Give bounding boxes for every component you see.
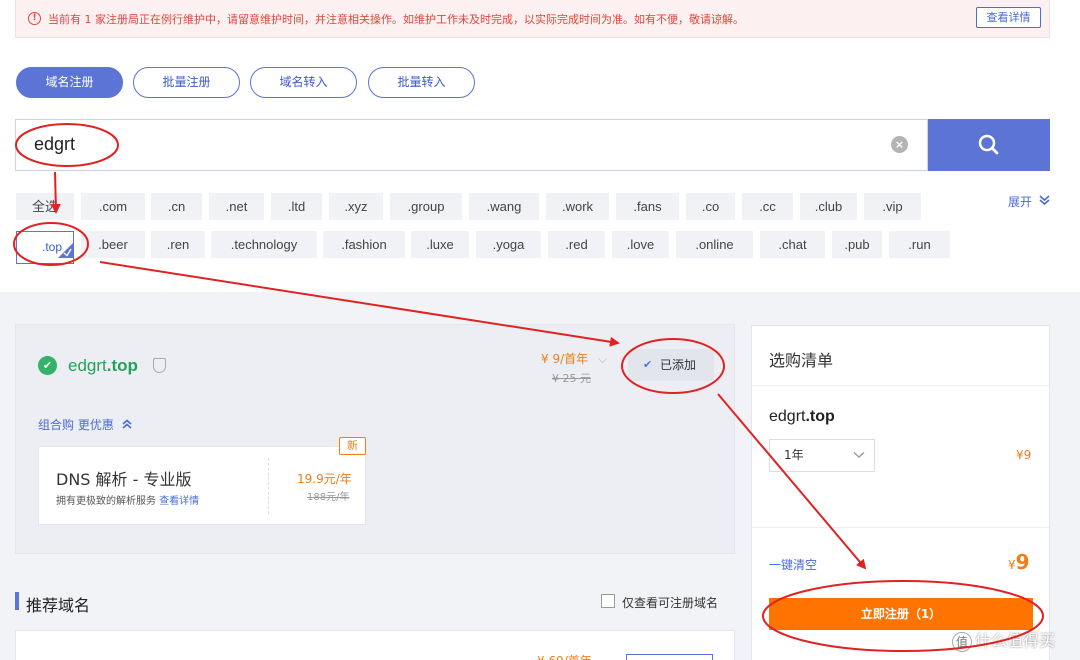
suffix-chip[interactable]: .online (676, 231, 753, 258)
period-value: 1年 (784, 448, 804, 462)
suffix-chip[interactable]: .xyz (329, 193, 383, 220)
suffix-chip[interactable]: .run (889, 231, 950, 258)
dns-price: 19.9元/年 (297, 472, 352, 486)
suffix-chip[interactable]: .ltd (271, 193, 322, 220)
available-only-label: 仅查看可注册域名 (622, 596, 719, 610)
register-now-button[interactable]: 立即注册（1） (769, 598, 1033, 630)
watermark-logo-icon: 值 (952, 632, 972, 652)
combo-label: 组合购 更优惠 (38, 418, 114, 432)
dns-desc: 拥有更极致的解析服务 查看详情 (56, 496, 200, 507)
expand-suffixes-toggle[interactable]: 展开 (1008, 193, 1050, 210)
suffix-chip[interactable]: .luxe (411, 231, 469, 258)
maintenance-notice: ! 当前有 1 家注册局正在例行维护中，请留意维护时间，并注意相关操作。如维护工… (15, 0, 1050, 38)
suffix-chip[interactable]: .ren (151, 231, 205, 258)
result-old-price: ¥ 25 元 (552, 372, 591, 385)
chevron-down-icon: ⌵ (597, 352, 608, 366)
suffix-chip[interactable]: .co (686, 193, 735, 220)
dns-old-price: 188元/年 (307, 492, 350, 503)
suffix-chip[interactable]: .club (800, 193, 857, 220)
dns-detail-link[interactable]: 查看详情 (159, 496, 199, 507)
search-input-value: edgrt (34, 134, 76, 154)
combo-toggle[interactable]: 组合购 更优惠 (38, 416, 132, 433)
suffix-chip[interactable]: .yoga (476, 231, 541, 258)
suffix-chip[interactable]: .red (548, 231, 605, 258)
info-circle-icon: ! (28, 12, 41, 25)
search-button[interactable] (928, 119, 1050, 171)
check-circle-icon: ✔ (38, 356, 57, 375)
suffix-chip[interactable]: .technology (211, 231, 317, 258)
result-domain-name: edgrt.top (68, 356, 138, 375)
suffix-chip[interactable]: .love (612, 231, 669, 258)
recommend-title: 推荐域名 (26, 596, 91, 615)
search-icon (978, 134, 999, 155)
tab-batch-register[interactable]: 批量注册 (133, 67, 240, 98)
tab-domain-register[interactable]: 域名注册 (16, 67, 123, 98)
watermark: 值什么值得买 (952, 627, 1055, 652)
expand-label: 展开 (1008, 195, 1033, 209)
suffix-chip[interactable]: .pub (832, 231, 882, 258)
period-select[interactable]: 1年 (769, 439, 875, 472)
suffix-chip[interactable]: .wang (469, 193, 539, 220)
suffix-chip[interactable]: .beer (81, 231, 145, 258)
section-accent-bar (15, 592, 19, 610)
chevron-double-up-icon (122, 418, 132, 432)
suffix-chip[interactable]: .cc (742, 193, 793, 220)
recommend-row-button[interactable] (626, 654, 713, 660)
available-only-checkbox[interactable] (601, 594, 615, 608)
dns-title: DNS 解析 - 专业版 (56, 470, 192, 489)
new-badge: 新 (339, 437, 366, 455)
suffix-chip[interactable]: .chat (760, 231, 825, 258)
clear-icon[interactable]: × (891, 136, 908, 153)
added-to-cart-button[interactable]: ✔ 已添加 (628, 349, 714, 381)
tab-batch-transfer[interactable]: 批量转入 (368, 67, 475, 98)
cart-item-price: ¥9 (1016, 448, 1032, 462)
cart-domain-name: edgrt.top (769, 408, 835, 425)
suffix-chip[interactable]: .fashion (323, 231, 405, 258)
dns-card-divider (268, 458, 269, 514)
tab-domain-transfer[interactable]: 域名转入 (250, 67, 357, 98)
chevron-down-icon (853, 439, 865, 470)
suffix-chip[interactable]: .cn (151, 193, 202, 220)
chevron-double-down-icon (1039, 195, 1050, 209)
suffix-chip-label: .top (41, 240, 62, 254)
suffix-chip[interactable]: .vip (864, 193, 921, 220)
watermark-text: 什么值得买 (975, 631, 1056, 650)
cart-total: ¥9 (1008, 550, 1030, 574)
domain-search-input[interactable]: edgrt × (15, 119, 928, 171)
added-label: 已添加 (660, 358, 697, 372)
suffix-chip[interactable]: .work (546, 193, 609, 220)
recommend-row-price: ¥ 69/首年 (537, 652, 592, 660)
cart-title: 选购清单 (769, 351, 834, 370)
suffix-chip-select-all[interactable]: 全选 (16, 193, 74, 220)
check-icon: ✔ (643, 358, 653, 371)
suffix-chip-top-selected[interactable]: .top (16, 231, 74, 264)
notice-text: 当前有 1 家注册局正在例行维护中，请留意维护时间，并注意相关操作。如维护工作未… (48, 13, 744, 26)
suffix-chip[interactable]: .group (390, 193, 462, 220)
suffix-chip[interactable]: .net (209, 193, 264, 220)
suffix-chip[interactable]: .com (81, 193, 145, 220)
clear-cart-link[interactable]: 一键清空 (769, 556, 817, 573)
shield-icon (153, 358, 166, 373)
suffix-chip[interactable]: .fans (616, 193, 679, 220)
result-price: ¥ 9/首年 ⌵ (541, 352, 608, 366)
notice-detail-button[interactable]: 查看详情 (976, 7, 1041, 28)
